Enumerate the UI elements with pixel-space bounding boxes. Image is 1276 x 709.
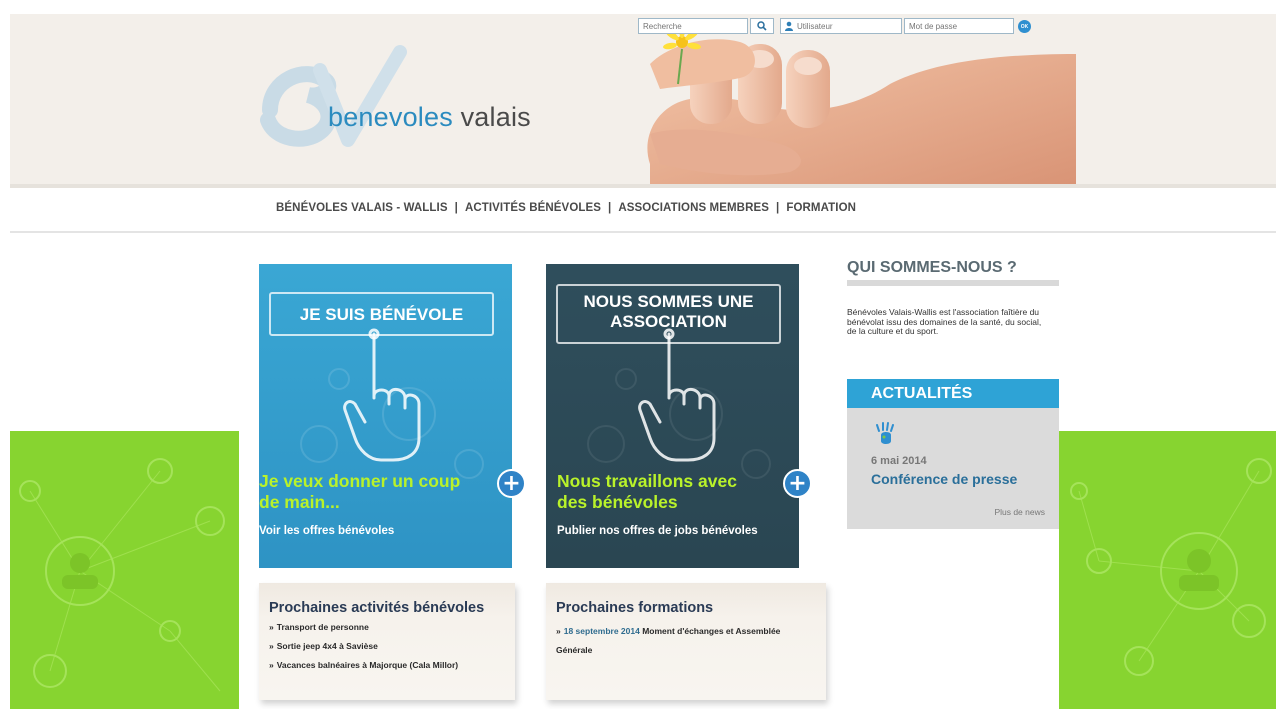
bullet-arrow: » [556, 626, 561, 636]
user-icon [785, 21, 793, 31]
activity-link[interactable]: Vacances balnéaires à Majorque (Cala Mil… [277, 660, 458, 670]
list-item[interactable]: » 18 septembre 2014 Moment d'échanges et … [556, 622, 780, 660]
username-input[interactable] [780, 18, 902, 34]
network-background-right [1059, 431, 1276, 709]
tile-title-line1: NOUS SOMMES UNE [583, 292, 754, 311]
hands-flower-image [590, 14, 1076, 184]
brand-logo[interactable]: benevoles valais [328, 102, 531, 133]
search-icon [757, 21, 767, 31]
main-nav: BÉNÉVOLES VALAIS - WALLIS | ACTIVITÉS BÉ… [276, 202, 856, 214]
search-button[interactable] [750, 18, 774, 34]
more-news-link[interactable]: Plus de news [994, 507, 1045, 517]
login-ok-button[interactable]: OK [1018, 20, 1031, 33]
news-headline-link[interactable]: Conférence de presse [871, 471, 1017, 487]
tile-headline: Nous travaillons avec des bénévoles [557, 471, 737, 513]
news-title: ACTUALITÉS [871, 385, 973, 402]
association-plus-button[interactable]: + [783, 469, 812, 498]
formation-link-continued[interactable]: Générale [556, 645, 592, 655]
about-divider [847, 280, 1059, 286]
volunteer-offers-link[interactable]: Voir les offres bénévoles [259, 525, 394, 537]
nav-item-associations[interactable]: ASSOCIATIONS MEMBRES [618, 202, 769, 214]
nav-item-benevoles-valais[interactable]: BÉNÉVOLES VALAIS - WALLIS [276, 202, 448, 214]
brand-word-2: valais [460, 102, 531, 132]
list-item[interactable]: » Vacances balnéaires à Majorque (Cala Mi… [269, 660, 458, 679]
pointing-hand-icon [638, 328, 716, 462]
association-tile[interactable]: NOUS SOMMES UNE ASSOCIATION Nous travail… [546, 264, 799, 568]
nav-divider [10, 231, 1276, 233]
bullet-arrow: » [269, 641, 274, 651]
nav-item-formation[interactable]: FORMATION [786, 202, 856, 214]
formations-title: Prochaines formations [556, 600, 714, 616]
activities-card: Prochaines activités bénévoles » Transpor… [259, 583, 515, 700]
brand-word-1: benevoles [328, 102, 453, 132]
about-title: QUI SOMMES-NOUS ? [847, 259, 1017, 276]
list-item[interactable]: » Transport de personne [269, 622, 458, 641]
volunteer-plus-button[interactable]: + [497, 469, 526, 498]
publish-jobs-link[interactable]: Publier nos offres de jobs bénévoles [557, 525, 758, 537]
formations-list: » 18 septembre 2014 Moment d'échanges et … [556, 622, 780, 660]
tile-title: JE SUIS BÉNÉVOLE [299, 305, 464, 324]
network-pattern-icon [1070, 458, 1272, 676]
activities-title: Prochaines activités bénévoles [269, 600, 485, 616]
header-divider [10, 184, 1276, 188]
tile-headline-line1: Je veux donner un coup [259, 471, 461, 491]
volunteer-tile[interactable]: JE SUIS BÉNÉVOLE Je veux donner un coup … [259, 264, 512, 568]
password-input[interactable] [904, 18, 1014, 34]
search-input[interactable] [638, 18, 748, 34]
nav-separator: | [454, 202, 458, 214]
about-text: Bénévoles Valais-Wallis est l'associatio… [847, 307, 1042, 336]
bullet-arrow: » [269, 622, 274, 632]
activities-list: » Transport de personne » Sortie jeep 4x4 … [269, 622, 458, 679]
activity-link[interactable]: Transport de personne [277, 622, 369, 632]
nav-separator: | [776, 202, 780, 214]
tile-headline-line2: des bénévoles [557, 492, 678, 512]
tile-headline-line1: Nous travaillons avec [557, 471, 737, 491]
handprint-icon [876, 422, 894, 444]
news-box: ACTUALITÉS 6 mai 2014 Conférence de pres… [847, 379, 1059, 529]
activity-link[interactable]: Sortie jeep 4x4 à Savièse [277, 641, 378, 651]
tile-headline-line2: de main... [259, 492, 340, 512]
nav-separator: | [608, 202, 612, 214]
news-header: ACTUALITÉS [847, 379, 1059, 408]
formation-date: 18 septembre 2014 [563, 626, 640, 636]
network-pattern-icon [19, 458, 225, 692]
tile-headline: Je veux donner un coup de main... [259, 471, 512, 513]
pointing-hand-icon [343, 328, 421, 462]
formations-card: Prochaines formations » 18 septembre 2014… [546, 583, 826, 700]
bullet-arrow: » [269, 660, 274, 670]
nav-item-activites[interactable]: ACTIVITÉS BÉNÉVOLES [465, 202, 601, 214]
news-date: 6 mai 2014 [871, 455, 927, 467]
network-background-left [10, 431, 239, 709]
list-item[interactable]: » Sortie jeep 4x4 à Savièse [269, 641, 458, 660]
logo-mark-icon [260, 45, 407, 147]
formation-link[interactable]: Moment d'échanges et Assemblée [642, 626, 780, 636]
